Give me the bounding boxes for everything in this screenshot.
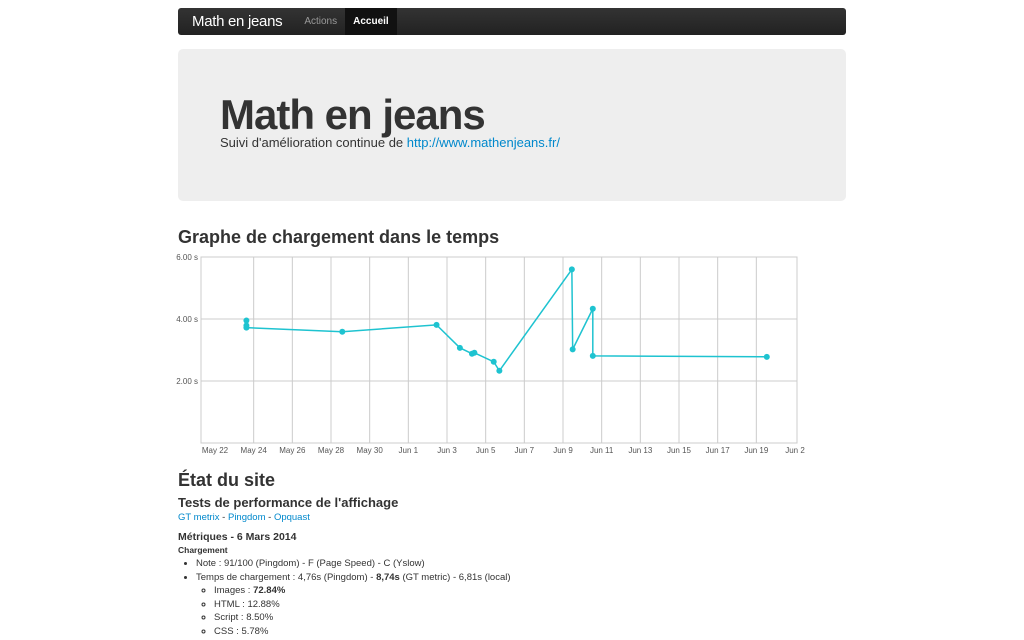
breakdown-label: HTML : — [214, 598, 248, 610]
data-point — [568, 266, 575, 273]
x-tick-label: May 22 — [202, 446, 229, 455]
metrics-list: Note : 91/100 (Pingdom) - F (Page Speed)… — [178, 557, 846, 638]
x-tick-label: Jun 2 — [785, 446, 805, 455]
status-title: État du site — [178, 470, 276, 490]
x-tick-label: Jun 7 — [515, 446, 535, 455]
link-separator: - — [265, 512, 274, 523]
x-tick-label: Jun 3 — [437, 446, 457, 455]
x-tick-label: Jun 5 — [476, 446, 496, 455]
note-item: Note : 91/100 (Pingdom) - F (Page Speed)… — [196, 557, 846, 571]
perf-title: Tests de performance de l'affichage — [178, 495, 399, 510]
perf-links: GT metrix - Pingdom - Opquast — [178, 512, 846, 523]
load-time-chart: May 22 May 24 May 26 May 28 May 30 Jun 1 Jun 3… — [176, 253, 805, 455]
y-tick-label: 2.00 s — [176, 377, 198, 386]
breakdown-list: Images : 72.84% HTML : 12.88% Script : 8… — [196, 584, 846, 638]
data-point — [763, 353, 770, 360]
data-point — [243, 324, 250, 331]
series-line — [245, 267, 767, 373]
breakdown-label: Script : — [214, 612, 247, 623]
data-point — [456, 344, 463, 351]
x-tick-label: May 26 — [279, 446, 306, 455]
x-tick-label: May 24 — [241, 446, 268, 455]
breakdown-value: 12.88% — [247, 598, 280, 610]
breakdown-value: 8.50% — [246, 612, 274, 623]
y-tick-label: 4.00 s — [176, 315, 198, 324]
site-status-section: État du site Tests de performance de l'a… — [178, 470, 846, 638]
breakdown-script: Script : 8.50% — [214, 611, 846, 625]
breakdown-css: CSS : 5.78% — [214, 625, 846, 639]
load-time-suffix: (GT metric) - 6,81s (local) — [399, 571, 511, 583]
link-separator: - — [219, 512, 228, 523]
data-point — [339, 328, 346, 335]
breakdown-label: Images : — [214, 585, 254, 596]
x-tick-label: Jun 9 — [553, 446, 573, 455]
load-time-prefix: Temps de chargement : 4,76s (Pingdom) - — [196, 571, 377, 583]
x-tick-label: Jun 11 — [590, 446, 614, 455]
x-tick-label: Jun 13 — [628, 446, 653, 455]
x-tick-label: Jun 17 — [706, 446, 731, 455]
breakdown-label: CSS : — [214, 625, 242, 637]
load-time-gt: 8,74s — [376, 571, 400, 583]
data-point — [589, 352, 596, 359]
breakdown-value: 5.78% — [241, 625, 269, 637]
y-tick-label: 6.00 s — [176, 253, 198, 262]
data-point — [433, 321, 440, 328]
breakdown-value: 72.84% — [253, 585, 286, 596]
x-tick-label: May 30 — [357, 446, 384, 455]
loading-title: Chargement — [178, 545, 228, 555]
data-point — [496, 367, 503, 374]
breakdown-html: HTML : 12.88% — [214, 598, 846, 612]
x-tick-label: Jun 19 — [744, 446, 769, 455]
data-point — [569, 346, 576, 353]
data-point — [589, 305, 596, 312]
link-opquast[interactable]: Opquast — [274, 512, 310, 523]
x-tick-label: Jun 1 — [399, 446, 419, 455]
load-time-item: Temps de chargement : 4,76s (Pingdom) - … — [196, 571, 846, 639]
data-point — [471, 349, 478, 356]
x-tick-label: May 28 — [318, 446, 345, 455]
link-gtmetrix[interactable]: GT metrix — [178, 512, 220, 523]
metrics-title: Métriques - 6 Mars 2014 — [178, 531, 297, 543]
link-pingdom[interactable]: Pingdom — [228, 512, 266, 523]
data-point — [490, 358, 497, 365]
breakdown-images: Images : 72.84% — [214, 584, 846, 598]
plot-frame — [200, 256, 798, 444]
x-tick-label: Jun 15 — [667, 446, 692, 455]
